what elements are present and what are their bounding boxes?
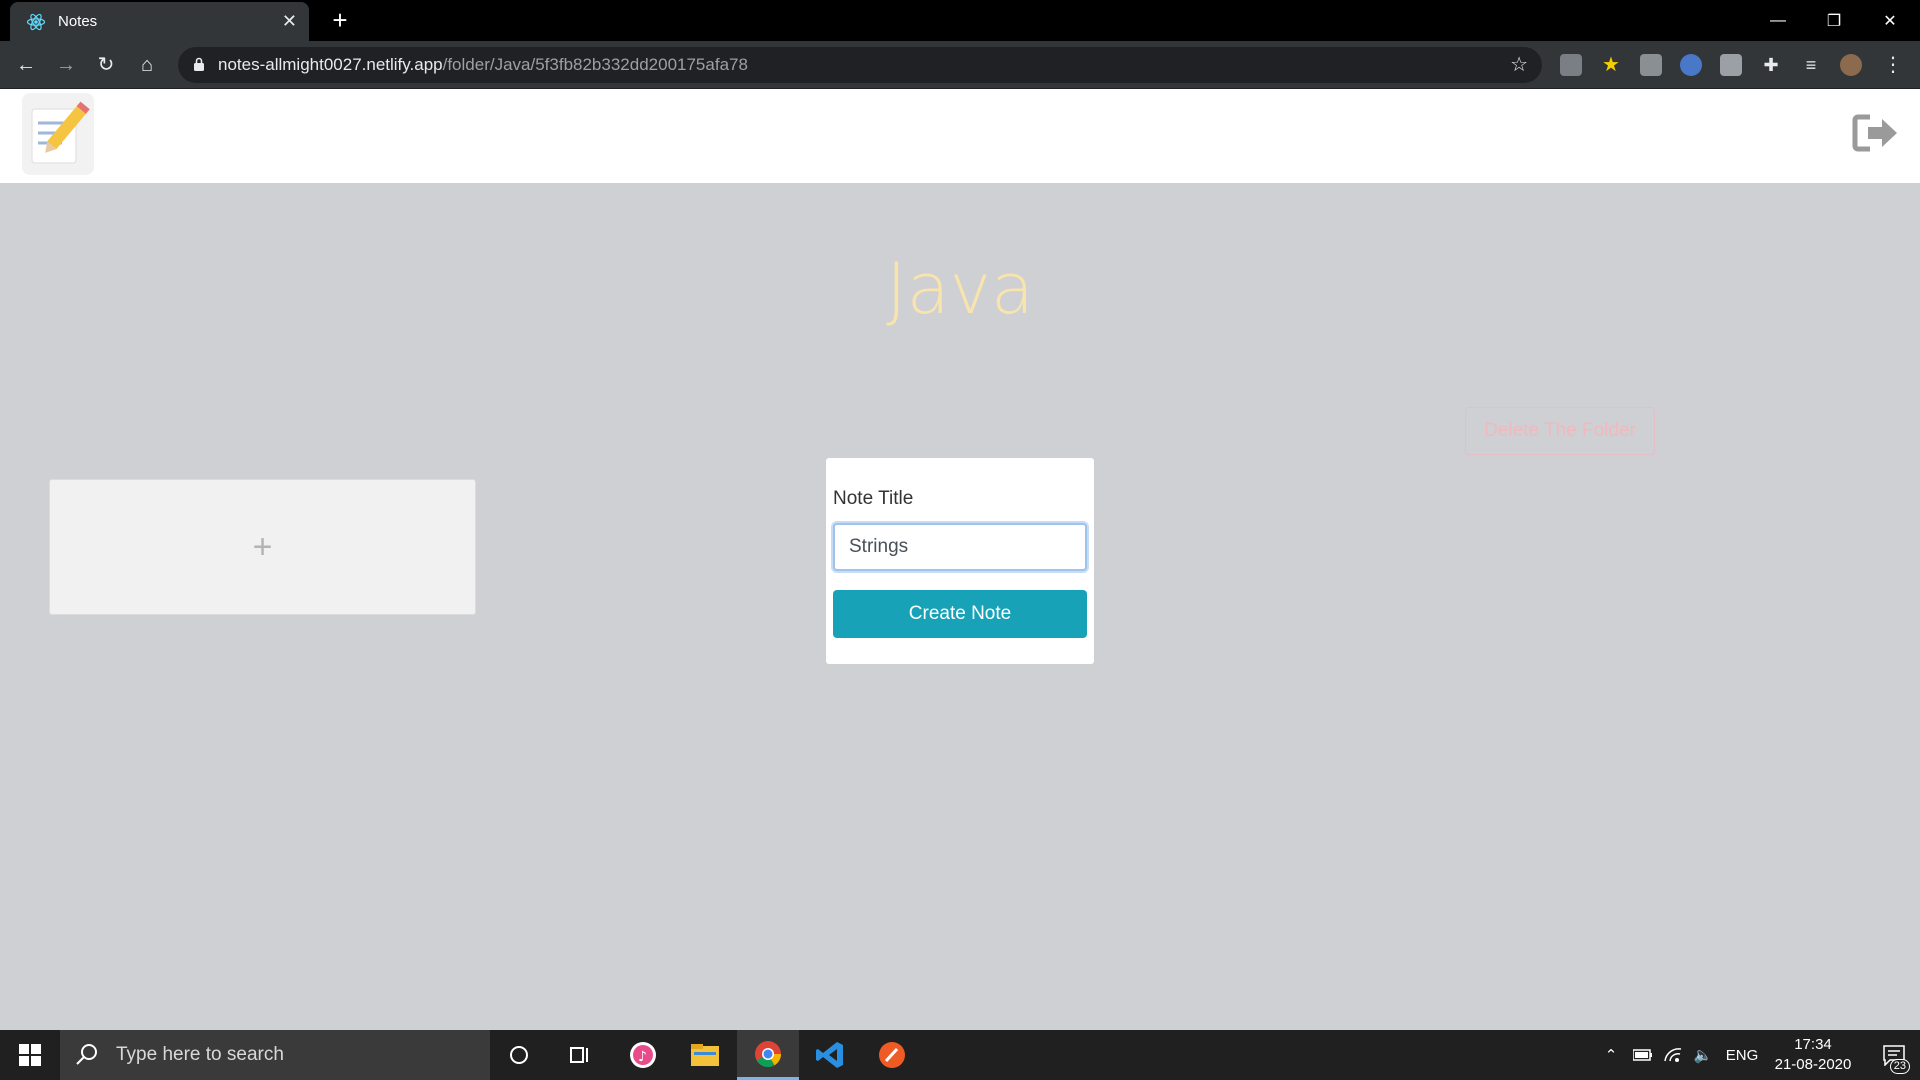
create-note-form: Note Title Create Note — [826, 458, 1094, 664]
extension-star-icon[interactable]: ★ — [1600, 54, 1622, 76]
file-explorer-icon[interactable] — [674, 1030, 736, 1080]
lock-icon — [194, 57, 204, 71]
app-header — [0, 89, 1920, 183]
language-indicator[interactable]: ENG — [1722, 1030, 1762, 1080]
chrome-icon[interactable] — [737, 1030, 799, 1080]
note-title-input[interactable] — [833, 523, 1087, 571]
taskbar-clock[interactable]: 17:34 21-08-2020 — [1768, 1035, 1858, 1075]
cortana-icon[interactable] — [488, 1030, 550, 1080]
itunes-icon[interactable]: ♪ — [612, 1030, 674, 1080]
back-icon[interactable]: ← — [12, 51, 40, 79]
new-tab-button[interactable]: + — [326, 6, 354, 34]
folder-title: Java — [886, 248, 1034, 330]
home-icon[interactable]: ⌂ — [133, 51, 161, 79]
extension-icon-3[interactable] — [1640, 54, 1662, 76]
bookmark-star-icon[interactable]: ☆ — [1510, 53, 1528, 77]
extension-icon-5[interactable] — [1720, 54, 1742, 76]
create-note-button[interactable]: Create Note — [833, 590, 1087, 638]
tab-title: Notes — [58, 13, 98, 30]
forward-icon[interactable]: → — [52, 51, 80, 79]
logout-icon[interactable] — [1852, 113, 1900, 153]
extension-icon-1[interactable] — [1560, 54, 1582, 76]
notification-count: 23 — [1889, 1059, 1910, 1074]
minimize-button[interactable]: — — [1750, 0, 1806, 41]
address-bar[interactable]: notes-allmight0027.netlify.app/folder/Ja… — [178, 47, 1542, 83]
browser-tab[interactable]: Notes ✕ — [10, 2, 309, 41]
url-text: notes-allmight0027.netlify.app/folder/Ja… — [218, 47, 748, 83]
windows-taskbar: Type here to search ♪ ⌃ 🔈 ENG 17:34 21-0… — [0, 1030, 1920, 1080]
restore-button[interactable]: ❐ — [1806, 0, 1862, 41]
browser-menu-icon[interactable]: ⋮ — [1882, 54, 1904, 76]
add-note-card[interactable]: + — [49, 479, 476, 615]
clock-date: 21-08-2020 — [1774, 1056, 1852, 1073]
url-path: /folder/Java/5f3fb82b332dd200175afa78 — [442, 55, 748, 74]
wifi-icon[interactable] — [1660, 1030, 1686, 1080]
notepad-pencil-icon[interactable] — [22, 93, 94, 175]
extensions-puzzle-icon[interactable]: ✚ — [1760, 54, 1782, 76]
browser-toolbar: ← → ↻ ⌂ notes-allmight0027.netlify.app/f… — [0, 41, 1920, 89]
url-host: notes-allmight0027.netlify.app — [218, 55, 443, 74]
extension-icon-4[interactable] — [1680, 54, 1702, 76]
profile-avatar[interactable] — [1840, 54, 1862, 76]
svg-text:♪: ♪ — [638, 1049, 647, 1065]
volume-icon[interactable]: 🔈 — [1690, 1030, 1716, 1080]
browser-tab-bar: Notes ✕ + — ❐ ✕ — [0, 0, 1920, 41]
vscode-icon[interactable] — [799, 1030, 861, 1080]
search-placeholder: Type here to search — [116, 1044, 284, 1065]
plus-icon: + — [252, 527, 273, 566]
reload-icon[interactable]: ↻ — [92, 51, 120, 79]
search-icon — [76, 1044, 97, 1065]
notification-center-icon[interactable]: 23 — [1868, 1030, 1920, 1080]
clock-time: 17:34 — [1794, 1036, 1832, 1053]
close-tab-icon[interactable]: ✕ — [282, 11, 297, 32]
windows-start-icon[interactable] — [0, 1030, 60, 1080]
delete-folder-button[interactable]: Delete The Folder — [1465, 407, 1655, 455]
note-title-label: Note Title — [833, 488, 914, 509]
taskbar-search-box[interactable]: Type here to search — [60, 1030, 490, 1080]
chevron-up-icon[interactable]: ⌃ — [1600, 1030, 1622, 1080]
postman-icon[interactable] — [861, 1030, 923, 1080]
react-atom-icon — [26, 13, 46, 30]
close-window-button[interactable]: ✕ — [1862, 0, 1918, 41]
task-view-icon[interactable] — [549, 1030, 611, 1080]
battery-icon[interactable] — [1630, 1030, 1656, 1080]
media-control-icon[interactable]: ≡ — [1800, 54, 1822, 76]
